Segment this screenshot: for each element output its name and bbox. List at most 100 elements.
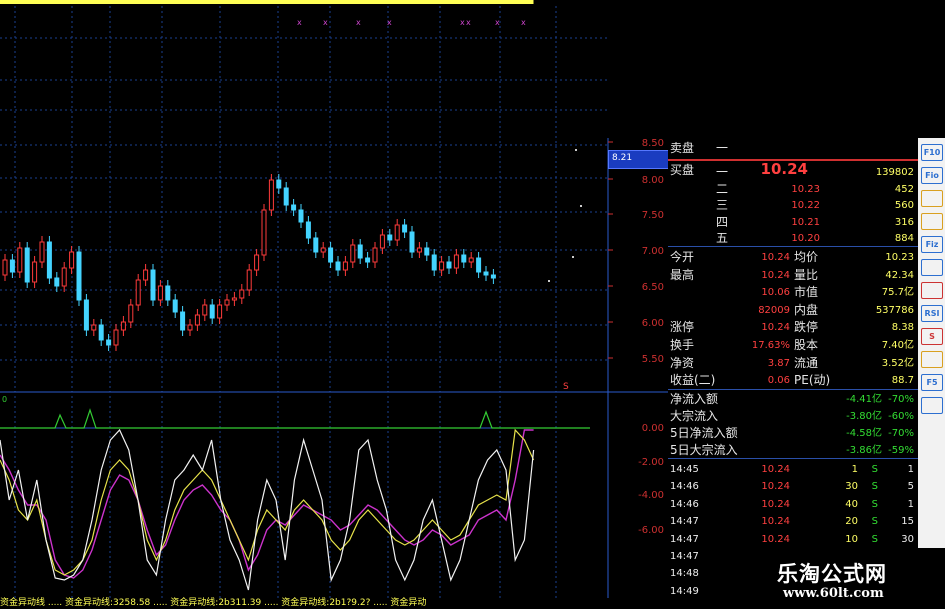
- stat-row: 最高 10.24 量比 42.34: [668, 267, 918, 284]
- signal-marker: x: [521, 18, 526, 27]
- candle: [180, 311, 186, 331]
- candle: [490, 274, 496, 279]
- candle: [76, 251, 82, 301]
- candle: [54, 277, 60, 287]
- tick-time: 14:47: [670, 551, 699, 562]
- price-tick-label: 7.00: [642, 246, 664, 257]
- candle: [424, 247, 430, 256]
- toolbar-button[interactable]: [921, 351, 943, 368]
- tick-volume: 10: [845, 533, 858, 545]
- candle: [202, 304, 208, 316]
- current-price-tag: 8.21: [608, 150, 670, 169]
- toolbar-button[interactable]: S: [921, 328, 943, 345]
- toolbar-button[interactable]: [921, 259, 943, 276]
- flow-amount: -4.41亿: [846, 394, 882, 405]
- candle: [61, 267, 67, 287]
- bid-row[interactable]: 一 10.24 139802: [668, 161, 918, 181]
- bid-row[interactable]: 三 10.22 560: [668, 197, 918, 214]
- candle: [17, 247, 23, 273]
- signal-marker: x: [495, 18, 500, 27]
- tick-count: 15: [901, 516, 914, 528]
- stat-value: 8.38: [891, 322, 914, 334]
- flow-label: 净流入额: [670, 392, 719, 406]
- indicator-tick-label: 0.00: [642, 423, 664, 434]
- bid-price: 10.21: [791, 216, 820, 228]
- bid-rank: 二: [716, 181, 729, 196]
- stat-value: 42.34: [885, 269, 914, 281]
- stat-label: 最高: [670, 267, 695, 282]
- tick-flag: S: [871, 481, 878, 493]
- signal-marker: x: [323, 18, 328, 27]
- candle: [143, 269, 149, 281]
- watermark-name: 乐淘公式网: [777, 562, 887, 586]
- candle: [328, 247, 334, 263]
- candle: [209, 304, 215, 319]
- stat-value: 10.24: [761, 322, 790, 334]
- toolbar-button[interactable]: RSI: [921, 305, 943, 322]
- tick-count: 5: [907, 481, 914, 493]
- toolbar-button[interactable]: Fio: [921, 167, 943, 184]
- stat-row: 今开 10.24 均价 10.23: [668, 249, 918, 266]
- tick-price: 10.24: [761, 533, 790, 545]
- tick-row[interactable]: 14:45 10.24 1 S 1: [668, 461, 918, 478]
- tick-price: 10.24: [761, 516, 790, 528]
- toolbar-button[interactable]: Fiz: [921, 236, 943, 253]
- divider: [668, 246, 918, 247]
- bid-row[interactable]: 二 10.23 452: [668, 181, 918, 198]
- toolbar-button[interactable]: [921, 282, 943, 299]
- toolbar-button[interactable]: [921, 213, 943, 230]
- candle: [217, 304, 223, 319]
- candle: [291, 204, 297, 211]
- flow-row: 净流入额 -4.41亿 -70%: [668, 391, 918, 408]
- bid-rank: 一: [716, 165, 729, 179]
- tick-row[interactable]: 14:46 10.24 40 S 1: [668, 496, 918, 513]
- tick-volume: 30: [845, 481, 858, 493]
- chart-area[interactable]: xxxxxxxx 8.508.007.507.006.506.005.500.0…: [0, 0, 670, 609]
- candle: [98, 324, 104, 341]
- tick-volume: 1: [851, 464, 858, 475]
- tick-row[interactable]: 14:46 10.24 30 S 5: [668, 478, 918, 495]
- tick-row[interactable]: 14:47 10.24 20 S 15: [668, 513, 918, 530]
- candle: [194, 314, 200, 326]
- tick-time: 14:47: [670, 533, 699, 545]
- toolbar-button[interactable]: [921, 397, 943, 414]
- candle: [379, 234, 385, 249]
- tick-flag: S: [871, 516, 878, 528]
- stat-label: 内盘: [794, 302, 819, 317]
- price-tick-label: 7.50: [642, 210, 664, 221]
- candle: [320, 247, 326, 253]
- bid-row[interactable]: 五 10.20 884: [668, 230, 918, 247]
- sparse-tick: [580, 205, 582, 207]
- candle: [350, 244, 356, 263]
- candle: [187, 324, 193, 331]
- toolbar-button[interactable]: F5: [921, 374, 943, 391]
- tick-price: 10.24: [761, 481, 790, 493]
- indicator-tick-label: -2.00: [638, 457, 664, 468]
- bid-volume: 139802: [875, 167, 914, 178]
- price-tick-label: 5.50: [642, 354, 664, 365]
- candle: [157, 285, 163, 301]
- stat-value: 10.24: [761, 269, 790, 281]
- tick-flag: S: [871, 464, 878, 475]
- bid-price: 10.20: [791, 233, 820, 244]
- flow-amount: -3.86亿: [846, 445, 882, 456]
- candle: [476, 257, 482, 273]
- stat-row: 换手 17.63% 股本 7.40亿: [668, 337, 918, 354]
- signal-marker: x: [466, 18, 471, 27]
- candle: [69, 251, 75, 269]
- toolbar-button[interactable]: [921, 190, 943, 207]
- candle: [91, 324, 97, 331]
- candle: [431, 254, 437, 271]
- tick-volume: 40: [845, 498, 858, 510]
- stat-value: 75.7亿: [881, 287, 914, 299]
- stat-value: 7.40亿: [881, 340, 914, 351]
- tick-time: 14:45: [670, 464, 699, 475]
- candle: [416, 247, 422, 253]
- stat-label: 净资: [670, 355, 695, 370]
- candle: [83, 299, 89, 331]
- bid-volume: 452: [894, 183, 914, 195]
- tick-row[interactable]: 14:47 10.24 10 S 30: [668, 531, 918, 548]
- bid-row[interactable]: 四 10.21 316: [668, 214, 918, 231]
- candle: [305, 221, 311, 239]
- toolbar-button[interactable]: F10: [921, 144, 943, 161]
